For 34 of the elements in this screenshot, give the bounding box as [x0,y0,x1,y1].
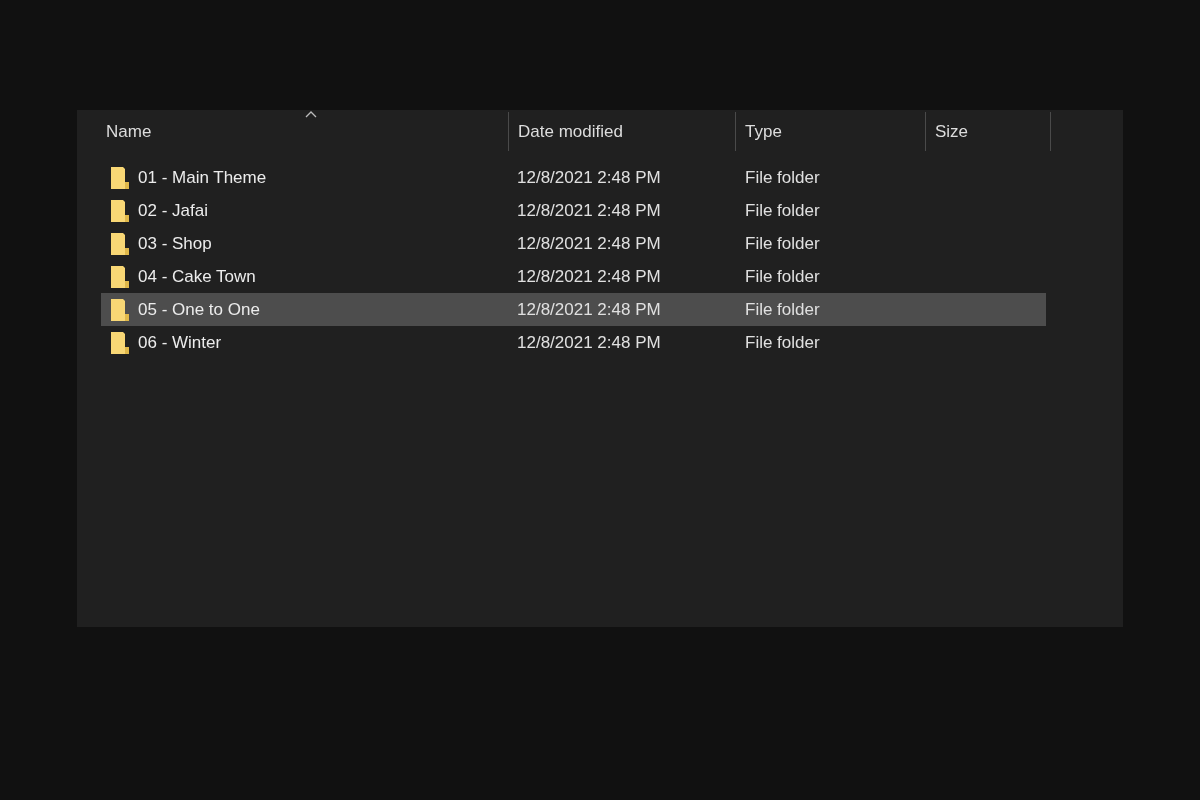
date-modified: 12/8/2021 2:48 PM [517,167,661,187]
file-name: 03 - Shop [138,232,212,255]
column-header[interactable]: Date modified [509,118,623,145]
date-modified: 12/8/2021 2:48 PM [517,266,661,286]
file-row[interactable]: 04 - Cake Town 12/8/2021 2:48 PM File folder [101,260,1046,293]
date-modified: 12/8/2021 2:48 PM [517,233,661,253]
file-name: 04 - Cake Town [138,265,256,288]
folder-icon [110,264,130,289]
file-row[interactable]: 06 - Winter 12/8/2021 2:48 PM File folder [101,326,1046,359]
file-type: File folder [745,266,820,286]
date-modified: 12/8/2021 2:48 PM [517,299,661,319]
file-name: 05 - One to One [138,298,260,321]
folder-icon [110,330,130,355]
file-type: File folder [745,200,820,220]
file-type: File folder [745,167,820,187]
folder-icon [110,198,130,223]
file-name: 02 - Jafai [138,199,208,222]
file-name: 06 - Winter [138,331,222,354]
file-type: File folder [745,233,820,253]
file-row[interactable]: 02 - Jafai 12/8/2021 2:48 PM File folder [101,194,1046,227]
folder-icon [110,297,130,322]
column-header[interactable]: Type [736,118,782,145]
folder-icon [110,165,130,190]
folder-icon [110,231,130,256]
file-type: File folder [745,332,820,352]
column-header[interactable]: Size [926,118,969,145]
file-row[interactable]: 03 - Shop 12/8/2021 2:48 PM File folder [101,227,1046,260]
date-modified: 12/8/2021 2:48 PM [517,332,661,352]
column-header[interactable]: Name [101,118,152,145]
date-modified: 12/8/2021 2:48 PM [517,200,661,220]
file-name: 01 - Main Theme [138,166,267,189]
file-type: File folder [745,299,820,319]
file-row[interactable]: 01 - Main Theme 12/8/2021 2:48 PM File folder [101,161,1046,194]
file-row[interactable]: 05 - One to One 12/8/2021 2:48 PM File folder [101,293,1046,326]
